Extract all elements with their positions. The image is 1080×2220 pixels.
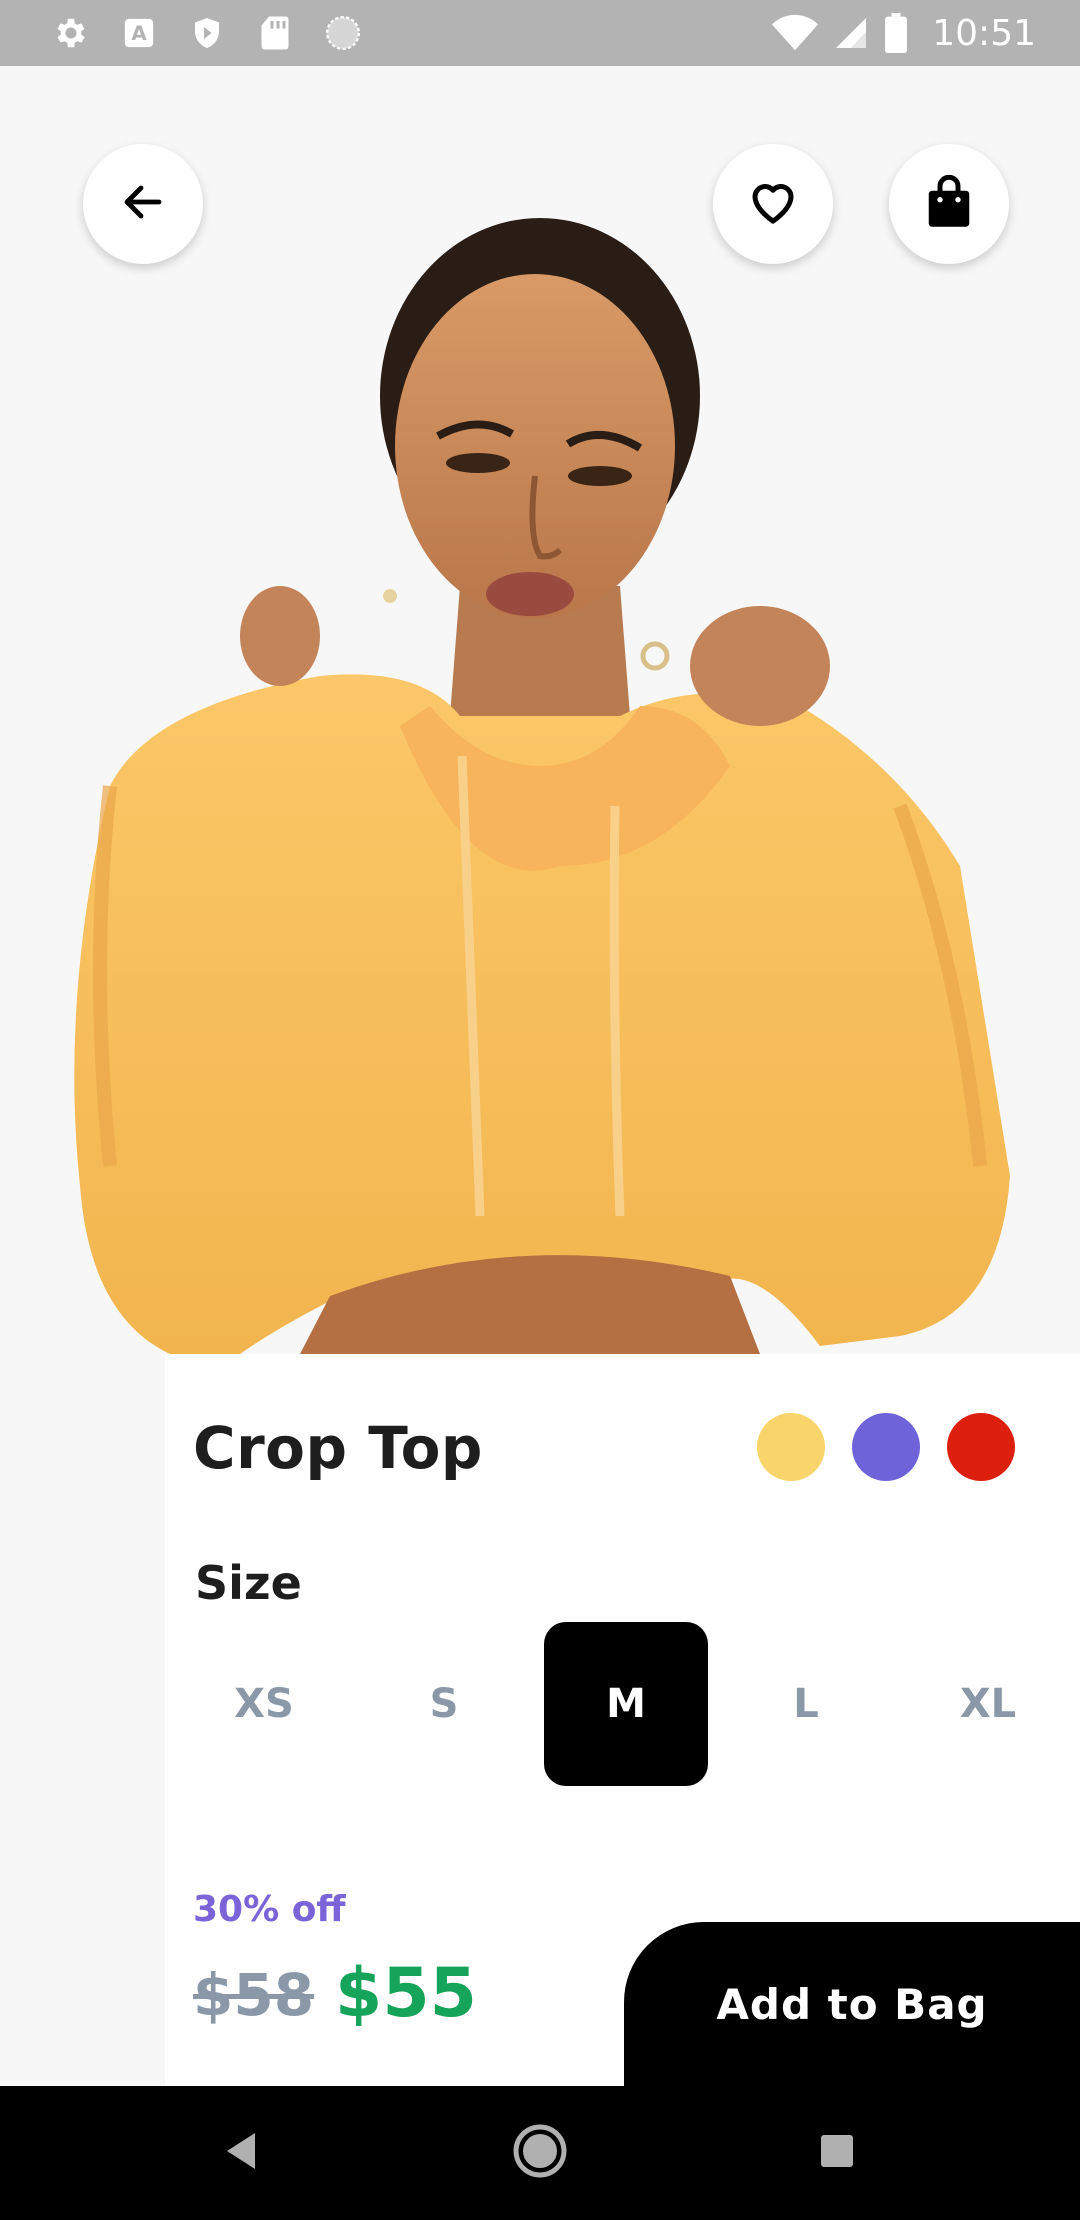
size-option-m[interactable]: M xyxy=(544,1622,708,1786)
cell-signal-icon xyxy=(832,14,870,52)
arrow-left-icon xyxy=(119,178,167,230)
shopping-bag-button[interactable] xyxy=(889,144,1009,264)
add-to-bag-button[interactable]: Add to Bag xyxy=(624,1922,1080,2086)
back-triangle-icon xyxy=(221,2129,261,2177)
status-icons-right: 10:51 xyxy=(772,13,1036,54)
original-price: $58 xyxy=(193,1961,315,2029)
svg-text:A: A xyxy=(131,22,147,45)
status-bar: A 10:51 xyxy=(0,0,1080,66)
size-option-l[interactable]: L xyxy=(724,1622,888,1786)
sale-price: $55 xyxy=(335,1954,477,2033)
circle-icon xyxy=(324,14,362,52)
size-option-xl[interactable]: XL xyxy=(906,1622,1070,1786)
size-option-s[interactable]: S xyxy=(362,1622,526,1786)
system-nav-bar xyxy=(0,2086,1080,2220)
shopping-bag-icon xyxy=(924,174,974,233)
settings-icon xyxy=(52,14,90,52)
nav-back-button[interactable] xyxy=(204,2116,278,2190)
wifi-icon xyxy=(772,14,819,52)
size-heading: Size xyxy=(195,1556,302,1610)
color-swatch-red[interactable] xyxy=(947,1413,1015,1481)
recents-square-icon xyxy=(819,2133,855,2173)
nav-home-button[interactable] xyxy=(503,2116,577,2190)
color-swatch-yellow[interactable] xyxy=(757,1413,825,1481)
home-circle-icon xyxy=(512,2123,568,2183)
status-time: 10:51 xyxy=(932,12,1036,54)
product-title: Crop Top xyxy=(193,1414,483,1482)
nav-recents-button[interactable] xyxy=(800,2116,874,2190)
discount-label: 30% off xyxy=(193,1889,346,1930)
shield-icon xyxy=(188,14,226,52)
favorite-button[interactable] xyxy=(713,144,833,264)
keyboard-a-icon: A xyxy=(120,14,158,52)
size-option-xs[interactable]: XS xyxy=(182,1622,346,1786)
heart-icon xyxy=(746,175,800,233)
battery-icon xyxy=(884,13,908,53)
product-hero xyxy=(0,66,1080,1354)
status-icons-left: A xyxy=(52,14,362,52)
back-button[interactable] xyxy=(83,144,203,264)
color-swatch-purple[interactable] xyxy=(852,1413,920,1481)
sd-card-icon xyxy=(256,14,294,52)
